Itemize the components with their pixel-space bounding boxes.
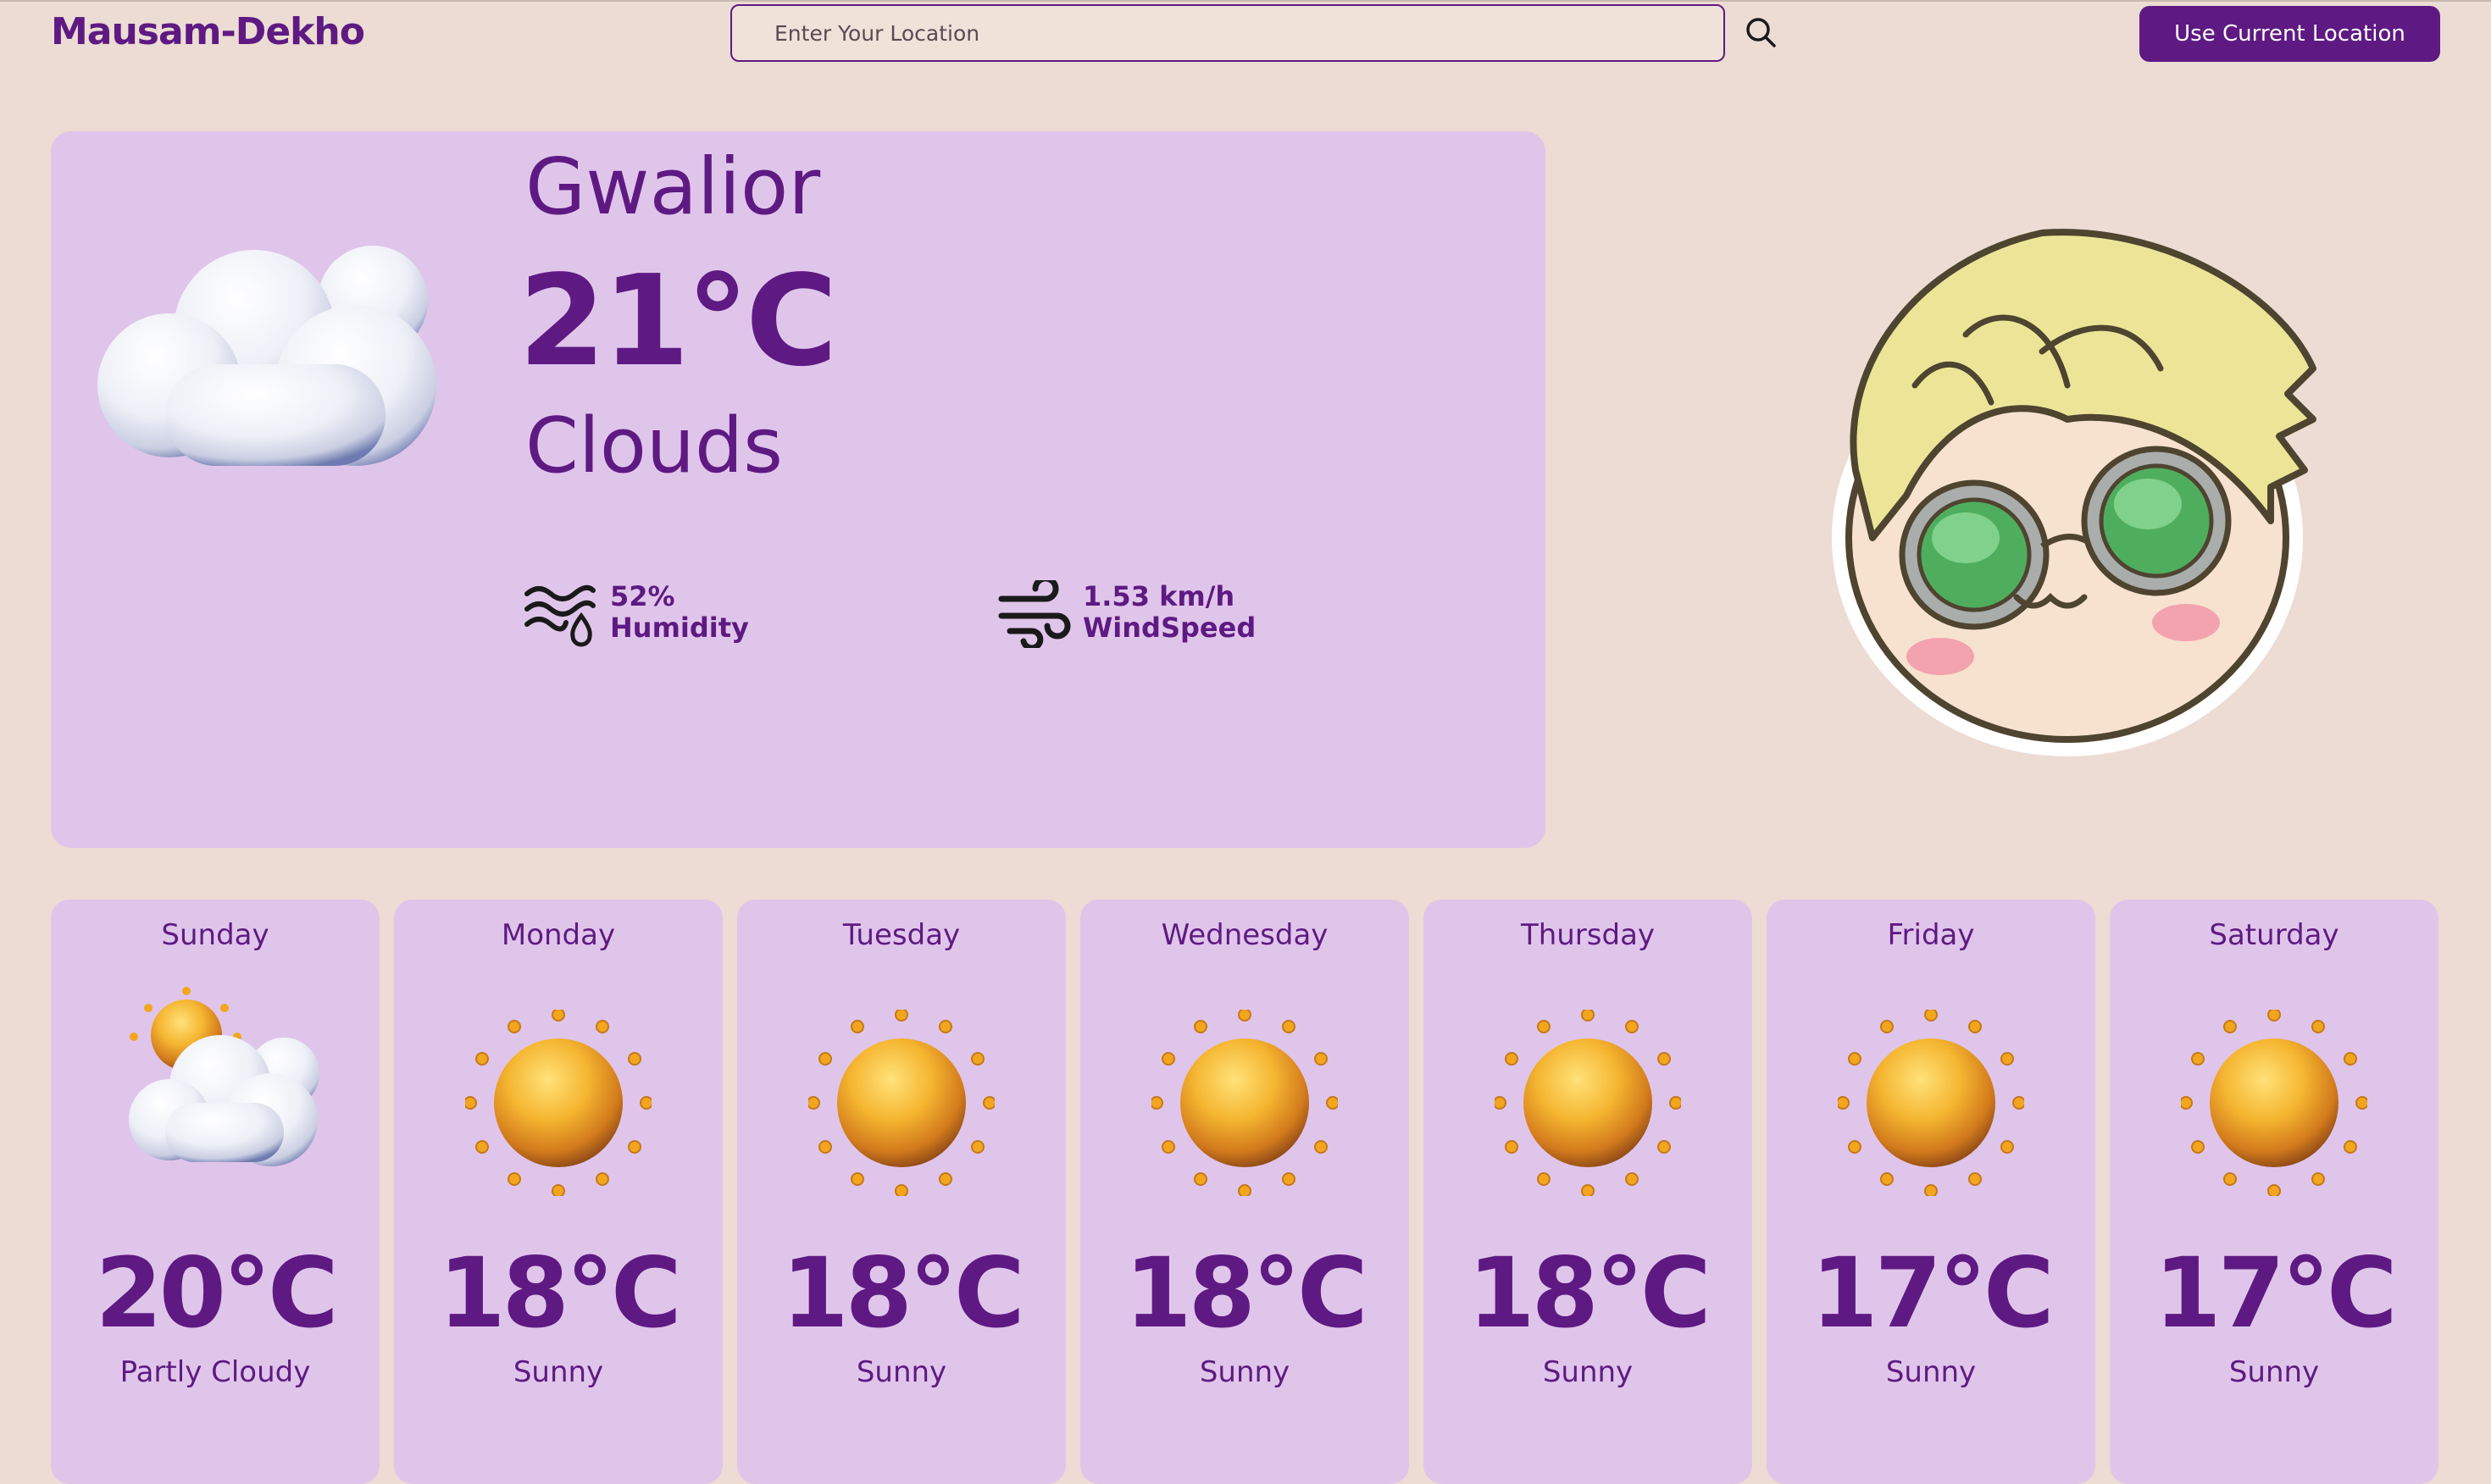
sun-icon <box>1495 1010 1681 1196</box>
current-condition: Clouds <box>525 401 783 490</box>
forecast-temp: 17°C <box>1811 1237 2054 1349</box>
forecast-temp: 18°C <box>1124 1237 1368 1349</box>
forecast-condition: Sunny <box>2228 1355 2320 1389</box>
search-icon[interactable] <box>1744 15 1778 49</box>
forecast-condition: Sunny <box>1542 1355 1634 1389</box>
forecast-card-wednesday[interactable]: Wednesday 18°C Sunny <box>1080 900 1409 1484</box>
forecast-condition: Sunny <box>1885 1355 1977 1389</box>
city-name: Gwalior <box>525 141 821 232</box>
forecast-day: Monday <box>501 918 616 952</box>
forecast-day: Tuesday <box>842 918 961 952</box>
app-logo[interactable]: Mausam-Dekho <box>51 10 365 53</box>
forecast-condition: Sunny <box>513 1355 604 1389</box>
top-border <box>0 0 2491 2</box>
forecast-day: Saturday <box>2209 918 2339 952</box>
forecast-day: Sunday <box>161 918 269 952</box>
humidity-value: 52% <box>610 580 675 612</box>
forecast-card-saturday[interactable]: Saturday 17°C Sunny <box>2110 900 2438 1484</box>
forecast-condition: Sunny <box>856 1355 947 1389</box>
current-weather-card: Gwalior 21°C Clouds 52% Humidity 1.53 km… <box>51 131 1545 848</box>
forecast-card-thursday[interactable]: Thursday 18°C Sunny <box>1423 900 1752 1484</box>
forecast-condition: Sunny <box>1199 1355 1290 1389</box>
forecast-card-monday[interactable]: Monday 18°C Sunny <box>394 900 723 1484</box>
cartoon-avatar <box>1832 229 2316 756</box>
humidity-label: Humidity <box>610 612 749 644</box>
forecast-temp: 18°C <box>1467 1237 1711 1349</box>
partly-cloudy-icon <box>129 987 319 1166</box>
humidity-icon <box>524 584 596 647</box>
sun-icon <box>1151 1010 1338 1196</box>
use-current-location-button[interactable]: Use Current Location <box>2139 6 2440 62</box>
forecast-card-friday[interactable]: Friday 17°C Sunny <box>1767 900 2095 1484</box>
forecast-day: Friday <box>1887 918 1975 952</box>
sun-icon <box>2181 1010 2367 1196</box>
forecast-condition: Partly Cloudy <box>119 1355 311 1389</box>
forecast-card-tuesday[interactable]: Tuesday 18°C Sunny <box>737 900 1066 1484</box>
search-input[interactable] <box>730 4 1725 62</box>
wind-value: 1.53 km/h <box>1083 580 1235 612</box>
forecast-temp: 18°C <box>438 1237 681 1349</box>
cloud-icon <box>97 246 436 466</box>
forecast-temp: 18°C <box>781 1237 1024 1349</box>
wind-label: WindSpeed <box>1083 612 1257 644</box>
sun-icon <box>465 1010 652 1196</box>
forecast-card-sunday[interactable]: Sunday 20°C Partly Cloudy <box>51 900 380 1484</box>
wind-icon <box>998 580 1071 648</box>
sun-icon <box>808 1010 995 1196</box>
forecast-day: Wednesday <box>1161 918 1329 952</box>
forecast-temp: 17°C <box>2154 1237 2397 1349</box>
forecast-day: Thursday <box>1520 918 1656 952</box>
forecast-temp: 20°C <box>95 1237 338 1349</box>
current-temperature: 21°C <box>519 248 838 394</box>
sun-icon <box>1838 1010 2024 1196</box>
